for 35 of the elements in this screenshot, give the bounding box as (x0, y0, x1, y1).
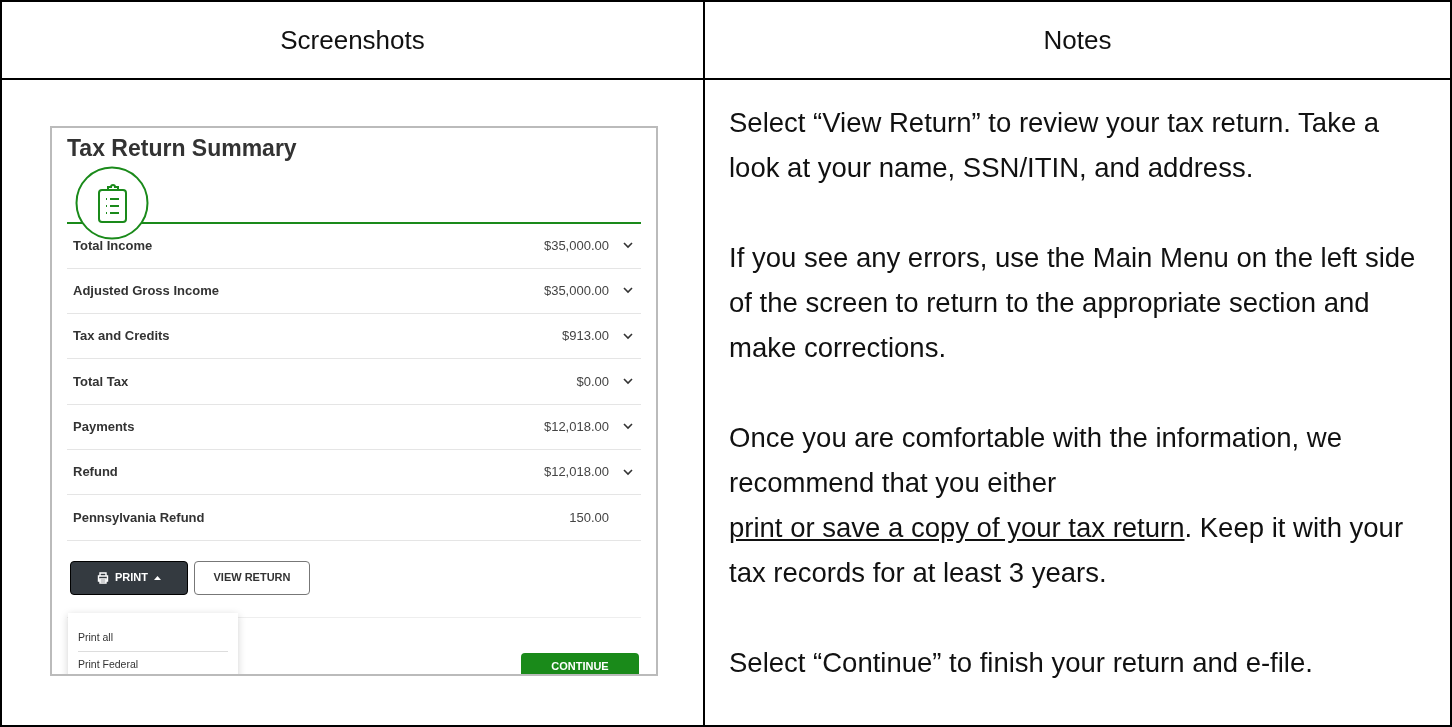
note-paragraph: Once you are comfortable with the information, we recommend that you either print or save a copy of your tax return. Keep it with your tax records for at least 3 years. (729, 421, 1405, 590)
summary-label: Total Tax (73, 372, 130, 391)
chevron-down-icon (623, 242, 633, 250)
summary-amount: $0.00 (576, 372, 609, 391)
chevron-down-icon (623, 332, 633, 340)
chevron-down-icon (623, 378, 633, 386)
summary-amount: $913.00 (562, 327, 609, 346)
menu-item[interactable]: Print all (78, 625, 228, 652)
summary-amount: $35,000.00 (543, 282, 609, 301)
continue-button[interactable]: CONTINUE (521, 653, 639, 674)
note-paragraph: Select “Continue” to finish your return and e-file. (729, 646, 1314, 680)
menu-item[interactable]: Print Federal (78, 651, 228, 674)
note-paragraph: If you see any errors, use the Main Menu on the left side of the screen to return to the appropriate section and make corrections. (729, 241, 1417, 365)
chevron-down-icon (623, 423, 633, 431)
summary-amount: $35,000.00 (543, 236, 609, 255)
chevron-down-icon (623, 287, 633, 295)
summary-label: Adjusted Gross Income (73, 282, 220, 301)
summary-label: Tax and Credits (73, 327, 171, 346)
summary-label: Total Income (73, 236, 154, 255)
print-button[interactable]: PRINT (70, 560, 188, 595)
printer-icon (97, 571, 109, 584)
print-link[interactable]: print or save a copy of your tax return (729, 512, 1185, 543)
page-title: Tax Return Summary (67, 134, 298, 163)
note-paragraph: Select “View Return” to review your tax return. Take a look at your name, SSN/ITIN, and address. (729, 106, 1381, 185)
summary-label: Pennsylvania Refund (73, 508, 206, 527)
summary-amount: $12,018.00 (543, 418, 609, 437)
column-header: Notes (1043, 23, 1112, 57)
summary-label: Refund (73, 463, 119, 482)
caret-icon (154, 575, 161, 580)
view-return-button[interactable]: VIEW RETURN (194, 560, 310, 595)
summary-amount: 150.00 (569, 508, 609, 527)
column-header: Screenshots (280, 23, 425, 57)
chevron-down-icon (623, 468, 633, 476)
summary-amount: $12,018.00 (543, 463, 609, 482)
summary-label: Payments (73, 418, 136, 437)
